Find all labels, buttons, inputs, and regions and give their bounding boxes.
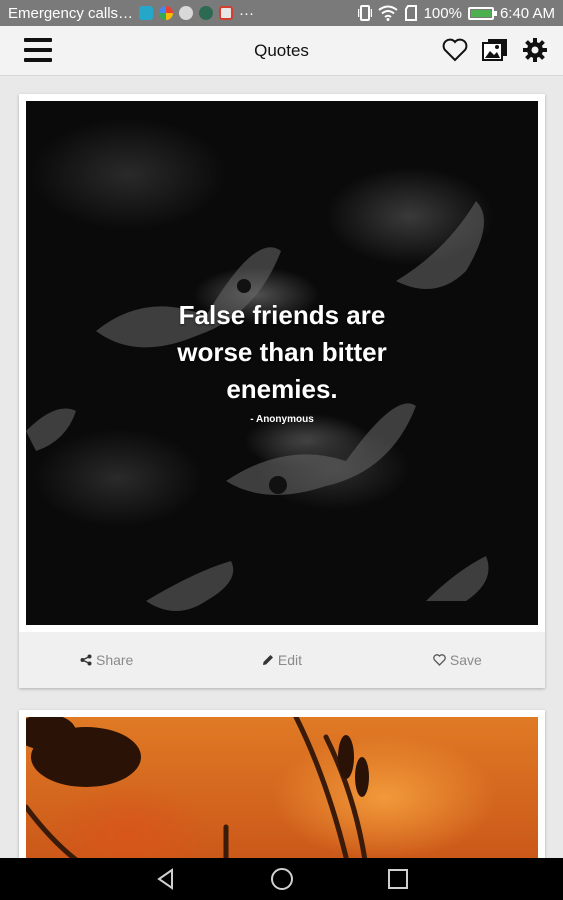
app-notification-icon [139,6,154,20]
quote-image[interactable]: False friends are worse than bitter enem… [26,101,538,625]
sd-card-icon [404,5,417,21]
mail-icon [219,6,234,20]
quote-author: - Anonymous [250,414,314,425]
share-label: Share [95,652,134,668]
edit-button[interactable]: Edit [194,652,369,668]
quote-overlay: False friends are worse than bitter enem… [26,297,538,425]
quote-feed[interactable]: False friends are worse than bitter enem… [0,76,563,858]
recents-button[interactable] [385,866,411,892]
favorites-button[interactable] [441,36,469,64]
gallery-icon [482,39,507,61]
gallery-button[interactable] [481,36,509,64]
back-icon [156,868,173,890]
quote-card [19,710,545,858]
back-button[interactable] [153,866,179,892]
share-icon [80,654,92,666]
quote-card: False friends are worse than bitter enem… [19,94,545,688]
battery-icon [467,6,497,20]
status-time: 6:40 AM [499,4,555,22]
save-label: Save [449,652,482,668]
status-carrier-text: Emergency calls… [8,4,134,22]
recents-icon [387,869,408,889]
heart-icon [442,38,468,62]
battery-fill [470,9,491,17]
more-notifications-icon: ··· [239,4,255,22]
share-button[interactable]: Share [19,652,194,668]
app-bar: Quotes [0,26,563,76]
grass-silhouette [26,717,369,858]
save-button[interactable]: Save [370,652,545,668]
chrome-icon [159,6,174,20]
home-icon [270,868,293,890]
status-bar: Emergency calls… ··· 100% 6:40 AM [0,0,563,26]
card-actions: Share Edit Save [19,632,545,688]
gear-icon [523,38,547,62]
home-button[interactable] [269,866,295,892]
edit-label: Edit [277,652,303,668]
wifi-icon [377,5,398,21]
quote-image[interactable] [26,717,538,858]
navigation-bar [0,858,563,900]
heart-outline-icon [433,654,446,666]
vibrate-icon [357,5,372,21]
status-left: Emergency calls… ··· [8,5,254,22]
pencil-icon [262,655,273,665]
messenger-icon [199,6,214,20]
quote-text: False friends are worse than bitter enem… [177,300,387,404]
status-right: 100% 6:40 AM [357,4,555,22]
circle-notification-icon [179,6,194,20]
battery-percent: 100% [423,4,462,22]
settings-button[interactable] [521,36,549,64]
app-bar-actions [441,36,549,64]
